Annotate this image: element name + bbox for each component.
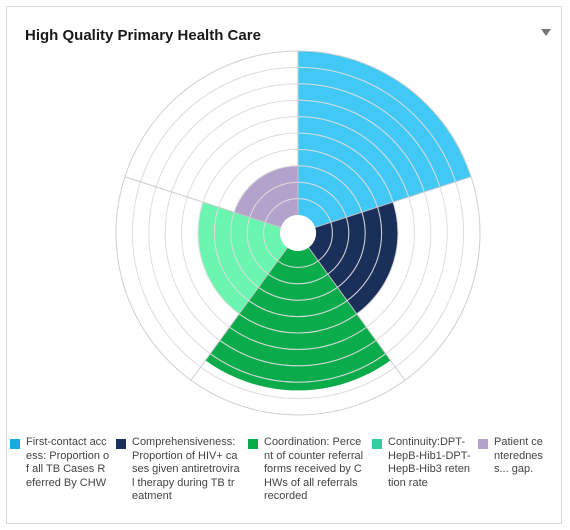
legend-label: Patient centeredness... gap. xyxy=(494,436,543,475)
legend-swatch xyxy=(478,439,488,449)
legend-swatch xyxy=(10,439,20,449)
legend-swatch xyxy=(248,439,258,449)
legend-label: Comprehensiveness: Proportion of HIV+ ca… xyxy=(132,436,240,502)
legend-label: Coordination: Percent of counter referra… xyxy=(264,436,364,502)
legend-label: Continuity:DPT-HepB-Hib1-DPT-HepB-Hib3 r… xyxy=(388,436,471,489)
legend-swatch xyxy=(116,439,126,449)
chart-legend: First-contact access: Proportion of all … xyxy=(10,436,555,504)
legend-item-coordination[interactable]: Coordination: Percent of counter referra… xyxy=(248,436,372,504)
legend-item-patient-centeredness[interactable]: Patient centeredness... gap. xyxy=(478,436,554,504)
legend-swatch xyxy=(372,439,382,449)
sector-0[interactable] xyxy=(298,51,472,228)
legend-item-comprehensiveness[interactable]: Comprehensiveness: Proportion of HIV+ ca… xyxy=(116,436,248,504)
legend-item-continuity[interactable]: Continuity:DPT-HepB-Hib1-DPT-HepB-Hib3 r… xyxy=(372,436,478,504)
legend-label: First-contact access: Proportion of all … xyxy=(26,436,110,489)
legend-item-first-contact[interactable]: First-contact access: Proportion of all … xyxy=(10,436,116,504)
center-hole xyxy=(280,215,316,251)
